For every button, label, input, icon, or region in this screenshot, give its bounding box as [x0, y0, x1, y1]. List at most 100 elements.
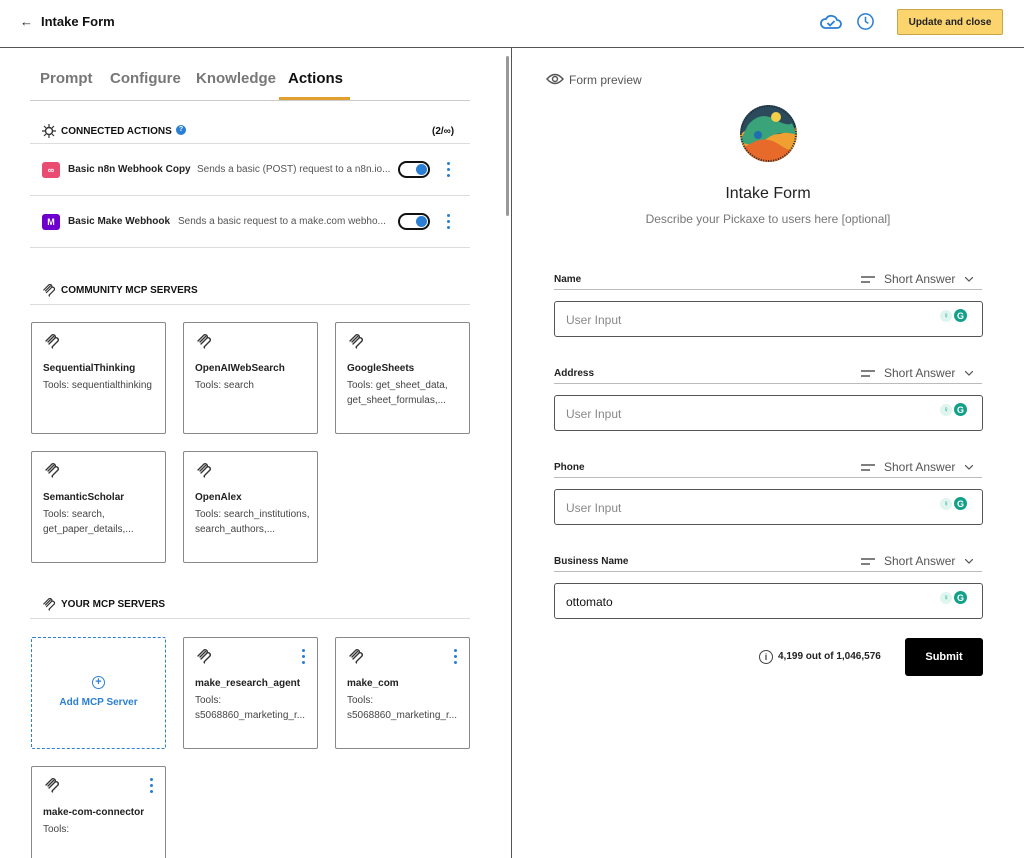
- mcp-server-card[interactable]: SequentialThinking Tools: sequentialthin…: [31, 322, 166, 434]
- more-options-icon[interactable]: [447, 162, 451, 178]
- tab-configure[interactable]: Configure: [110, 70, 181, 87]
- mcp-icon: [43, 597, 56, 611]
- more-options-icon[interactable]: [150, 778, 154, 794]
- add-mcp-server-button[interactable]: + Add MCP Server: [31, 637, 166, 749]
- divider: [554, 383, 982, 384]
- divider: [30, 618, 470, 619]
- builder-panel: Prompt Configure Knowledge Actions CONNE…: [0, 48, 511, 858]
- divider: [554, 571, 982, 572]
- field-label: Address: [554, 368, 595, 379]
- business-name-input[interactable]: ottomato ♀ G: [554, 583, 983, 619]
- divider: [30, 304, 470, 305]
- mcp-server-card[interactable]: make_com Tools: s5068860_marketing_r...: [335, 637, 470, 749]
- grammarly-icon[interactable]: G: [954, 591, 967, 604]
- server-name: SequentialThinking: [43, 363, 136, 374]
- mcp-icon: [43, 283, 56, 297]
- chevron-down-icon: [965, 276, 974, 282]
- mcp-icon: [45, 334, 59, 349]
- connected-actions-title: CONNECTED ACTIONS: [61, 126, 172, 137]
- field-type-value: Short Answer: [884, 460, 956, 474]
- server-tools: Tools: sequentialthinking: [43, 380, 152, 391]
- field-type-select[interactable]: Short Answer: [861, 366, 974, 380]
- lightbulb-icon[interactable]: ♀: [940, 591, 952, 604]
- more-options-icon[interactable]: [454, 649, 458, 665]
- lightbulb-icon[interactable]: ♀: [940, 497, 952, 510]
- server-tools: Tools:: [43, 824, 70, 835]
- field-type-select[interactable]: Short Answer: [861, 272, 974, 286]
- field-label: Business Name: [554, 556, 629, 567]
- server-tools: Tools: s5068860_marketing_r...: [195, 695, 306, 721]
- actions-count: (2/∞): [432, 126, 455, 137]
- more-options-icon[interactable]: [302, 649, 306, 665]
- tab-knowledge[interactable]: Knowledge: [196, 70, 276, 87]
- action-toggle[interactable]: [398, 161, 430, 178]
- field-type-select[interactable]: Short Answer: [861, 460, 974, 474]
- name-input[interactable]: User Input ♀ G: [554, 301, 983, 337]
- clock-icon[interactable]: [856, 12, 875, 31]
- plus-icon: +: [92, 676, 105, 689]
- update-and-close-button[interactable]: Update and close: [897, 9, 1003, 35]
- field-type-value: Short Answer: [884, 272, 956, 286]
- field-label: Phone: [554, 462, 585, 473]
- address-input[interactable]: User Input ♀ G: [554, 395, 983, 431]
- server-name: OpenAIWebSearch: [195, 363, 285, 374]
- grammarly-icon[interactable]: G: [954, 497, 967, 510]
- help-icon[interactable]: ?: [176, 125, 186, 135]
- mcp-icon: [349, 334, 363, 349]
- server-name: OpenAlex: [195, 492, 242, 503]
- input-value: ottomato: [566, 595, 613, 609]
- lightbulb-icon[interactable]: ♀: [940, 403, 952, 416]
- server-tools: Tools: s5068860_marketing_r...: [347, 695, 458, 721]
- character-counter: 4,199 out of 1,046,576: [778, 651, 881, 662]
- server-name: GoogleSheets: [347, 363, 415, 374]
- server-name: make_research_agent: [195, 678, 301, 689]
- info-icon[interactable]: i: [759, 650, 773, 664]
- action-name: Basic n8n Webhook Copy: [68, 164, 191, 175]
- mcp-server-card[interactable]: GoogleSheets Tools: get_sheet_data, get_…: [335, 322, 470, 434]
- submit-button[interactable]: Submit: [905, 638, 983, 676]
- tab-actions[interactable]: Actions: [288, 70, 343, 87]
- eye-icon: [546, 73, 564, 85]
- input-placeholder: User Input: [566, 313, 622, 327]
- mcp-icon: [45, 778, 59, 793]
- field-type-select[interactable]: Short Answer: [861, 554, 974, 568]
- grammarly-icon[interactable]: G: [954, 309, 967, 322]
- field-type-value: Short Answer: [884, 554, 956, 568]
- community-mcp-title: COMMUNITY MCP SERVERS: [61, 285, 198, 296]
- form-preview-panel: Form preview Intake Form Describe your P…: [512, 48, 1024, 858]
- server-tools: Tools: search, get_paper_details,...: [43, 509, 134, 535]
- chevron-down-icon: [965, 558, 974, 564]
- server-name: make-com-connector: [43, 807, 145, 818]
- mcp-icon: [197, 334, 211, 349]
- field-type-value: Short Answer: [884, 366, 956, 380]
- your-mcp-title: YOUR MCP SERVERS: [61, 599, 166, 610]
- divider: [30, 143, 470, 144]
- short-text-icon: [861, 557, 875, 565]
- action-row[interactable]: ∞ Basic n8n Webhook Copy Sends a basic (…: [30, 145, 470, 196]
- form-title: Intake Form: [725, 185, 811, 202]
- mcp-server-card[interactable]: OpenAlex Tools: search_institutions, sea…: [183, 451, 318, 563]
- server-tools: Tools: search: [195, 380, 254, 391]
- top-bar: ← Intake Form Update and close: [0, 0, 1024, 48]
- action-row[interactable]: M Basic Make Webhook Sends a basic reque…: [30, 197, 470, 248]
- phone-input[interactable]: User Input ♀ G: [554, 489, 983, 525]
- lightbulb-icon[interactable]: ♀: [940, 309, 952, 322]
- more-options-icon[interactable]: [447, 214, 451, 230]
- grammarly-icon[interactable]: G: [954, 403, 967, 416]
- scrollbar[interactable]: [506, 56, 509, 216]
- server-name: make_com: [347, 678, 399, 689]
- tab-prompt[interactable]: Prompt: [40, 70, 93, 87]
- mcp-icon: [45, 463, 59, 478]
- divider: [554, 289, 982, 290]
- mcp-icon: [197, 463, 211, 478]
- action-toggle[interactable]: [398, 213, 430, 230]
- mcp-server-card[interactable]: make_research_agent Tools: s5068860_mark…: [183, 637, 318, 749]
- divider: [554, 477, 982, 478]
- chevron-down-icon: [965, 370, 974, 376]
- mcp-server-card[interactable]: make-com-connector Tools:: [31, 766, 166, 858]
- cloud-check-icon[interactable]: [819, 12, 843, 32]
- short-text-icon: [861, 369, 875, 377]
- mcp-server-card[interactable]: OpenAIWebSearch Tools: search: [183, 322, 318, 434]
- mcp-server-card[interactable]: SemanticScholar Tools: search, get_paper…: [31, 451, 166, 563]
- back-arrow-icon[interactable]: ←: [20, 14, 33, 29]
